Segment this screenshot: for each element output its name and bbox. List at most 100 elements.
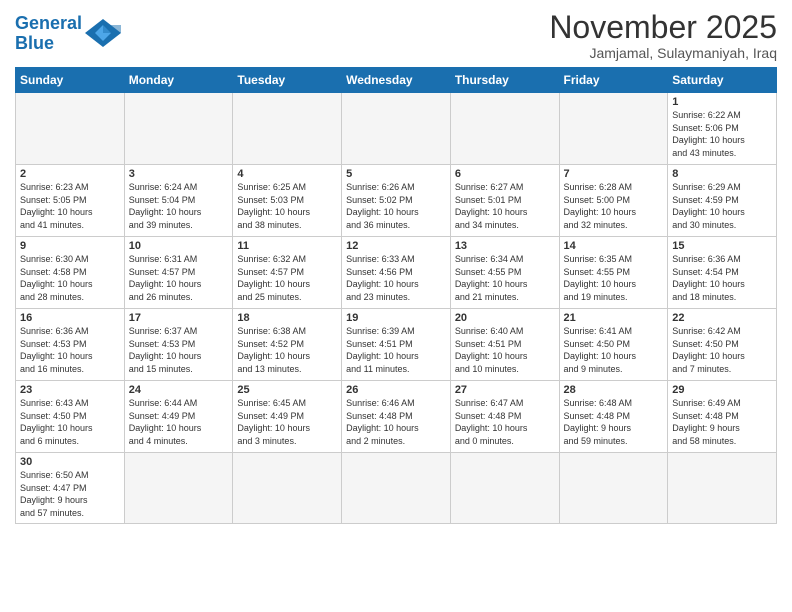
day-info: Sunrise: 6:42 AM Sunset: 4:50 PM Dayligh…	[672, 325, 772, 375]
calendar-cell	[233, 453, 342, 523]
day-info: Sunrise: 6:45 AM Sunset: 4:49 PM Dayligh…	[237, 397, 337, 447]
calendar-cell: 4Sunrise: 6:25 AM Sunset: 5:03 PM Daylig…	[233, 165, 342, 237]
calendar-cell	[233, 93, 342, 165]
day-info: Sunrise: 6:44 AM Sunset: 4:49 PM Dayligh…	[129, 397, 229, 447]
calendar-header-monday: Monday	[124, 68, 233, 93]
calendar-header-saturday: Saturday	[668, 68, 777, 93]
day-number: 27	[455, 384, 555, 396]
calendar-cell: 3Sunrise: 6:24 AM Sunset: 5:04 PM Daylig…	[124, 165, 233, 237]
calendar-cell: 12Sunrise: 6:33 AM Sunset: 4:56 PM Dayli…	[342, 237, 451, 309]
day-number: 5	[346, 168, 446, 180]
calendar-header-wednesday: Wednesday	[342, 68, 451, 93]
day-number: 6	[455, 168, 555, 180]
calendar-week-2: 2Sunrise: 6:23 AM Sunset: 5:05 PM Daylig…	[16, 165, 777, 237]
day-info: Sunrise: 6:39 AM Sunset: 4:51 PM Dayligh…	[346, 325, 446, 375]
calendar-cell: 26Sunrise: 6:46 AM Sunset: 4:48 PM Dayli…	[342, 381, 451, 453]
month-title: November 2025	[549, 10, 777, 45]
day-info: Sunrise: 6:25 AM Sunset: 5:03 PM Dayligh…	[237, 181, 337, 231]
day-number: 14	[564, 240, 664, 252]
calendar-cell	[450, 93, 559, 165]
calendar-cell: 27Sunrise: 6:47 AM Sunset: 4:48 PM Dayli…	[450, 381, 559, 453]
calendar-cell: 16Sunrise: 6:36 AM Sunset: 4:53 PM Dayli…	[16, 309, 125, 381]
calendar-cell	[342, 453, 451, 523]
day-info: Sunrise: 6:36 AM Sunset: 4:54 PM Dayligh…	[672, 253, 772, 303]
calendar-header-sunday: Sunday	[16, 68, 125, 93]
day-number: 12	[346, 240, 446, 252]
day-info: Sunrise: 6:30 AM Sunset: 4:58 PM Dayligh…	[20, 253, 120, 303]
day-info: Sunrise: 6:35 AM Sunset: 4:55 PM Dayligh…	[564, 253, 664, 303]
calendar-cell: 28Sunrise: 6:48 AM Sunset: 4:48 PM Dayli…	[559, 381, 668, 453]
day-info: Sunrise: 6:48 AM Sunset: 4:48 PM Dayligh…	[564, 397, 664, 447]
calendar-cell: 6Sunrise: 6:27 AM Sunset: 5:01 PM Daylig…	[450, 165, 559, 237]
calendar-cell: 2Sunrise: 6:23 AM Sunset: 5:05 PM Daylig…	[16, 165, 125, 237]
day-info: Sunrise: 6:34 AM Sunset: 4:55 PM Dayligh…	[455, 253, 555, 303]
calendar-cell: 9Sunrise: 6:30 AM Sunset: 4:58 PM Daylig…	[16, 237, 125, 309]
calendar-cell: 21Sunrise: 6:41 AM Sunset: 4:50 PM Dayli…	[559, 309, 668, 381]
day-info: Sunrise: 6:22 AM Sunset: 5:06 PM Dayligh…	[672, 109, 772, 159]
day-info: Sunrise: 6:28 AM Sunset: 5:00 PM Dayligh…	[564, 181, 664, 231]
calendar-cell: 17Sunrise: 6:37 AM Sunset: 4:53 PM Dayli…	[124, 309, 233, 381]
title-block: November 2025 Jamjamal, Sulaymaniyah, Ir…	[549, 10, 777, 61]
day-info: Sunrise: 6:49 AM Sunset: 4:48 PM Dayligh…	[672, 397, 772, 447]
calendar-cell: 7Sunrise: 6:28 AM Sunset: 5:00 PM Daylig…	[559, 165, 668, 237]
logo-general: General	[15, 13, 82, 33]
logo-icon	[85, 19, 121, 47]
calendar-cell: 18Sunrise: 6:38 AM Sunset: 4:52 PM Dayli…	[233, 309, 342, 381]
day-number: 8	[672, 168, 772, 180]
day-info: Sunrise: 6:40 AM Sunset: 4:51 PM Dayligh…	[455, 325, 555, 375]
day-number: 1	[672, 96, 772, 108]
day-number: 11	[237, 240, 337, 252]
day-number: 17	[129, 312, 229, 324]
day-number: 30	[20, 456, 120, 468]
calendar-cell: 14Sunrise: 6:35 AM Sunset: 4:55 PM Dayli…	[559, 237, 668, 309]
day-info: Sunrise: 6:38 AM Sunset: 4:52 PM Dayligh…	[237, 325, 337, 375]
calendar-cell: 5Sunrise: 6:26 AM Sunset: 5:02 PM Daylig…	[342, 165, 451, 237]
calendar-cell	[16, 93, 125, 165]
day-number: 10	[129, 240, 229, 252]
day-number: 28	[564, 384, 664, 396]
day-info: Sunrise: 6:32 AM Sunset: 4:57 PM Dayligh…	[237, 253, 337, 303]
calendar: SundayMondayTuesdayWednesdayThursdayFrid…	[15, 67, 777, 523]
day-info: Sunrise: 6:33 AM Sunset: 4:56 PM Dayligh…	[346, 253, 446, 303]
day-number: 2	[20, 168, 120, 180]
calendar-cell	[559, 93, 668, 165]
logo-text: General Blue	[15, 14, 82, 54]
calendar-cell: 15Sunrise: 6:36 AM Sunset: 4:54 PM Dayli…	[668, 237, 777, 309]
day-info: Sunrise: 6:47 AM Sunset: 4:48 PM Dayligh…	[455, 397, 555, 447]
calendar-cell: 1Sunrise: 6:22 AM Sunset: 5:06 PM Daylig…	[668, 93, 777, 165]
calendar-cell: 24Sunrise: 6:44 AM Sunset: 4:49 PM Dayli…	[124, 381, 233, 453]
calendar-cell: 10Sunrise: 6:31 AM Sunset: 4:57 PM Dayli…	[124, 237, 233, 309]
logo: General Blue	[15, 14, 121, 54]
calendar-week-4: 16Sunrise: 6:36 AM Sunset: 4:53 PM Dayli…	[16, 309, 777, 381]
day-number: 7	[564, 168, 664, 180]
day-number: 26	[346, 384, 446, 396]
calendar-week-6: 30Sunrise: 6:50 AM Sunset: 4:47 PM Dayli…	[16, 453, 777, 523]
day-number: 23	[20, 384, 120, 396]
logo-blue: Blue	[15, 33, 54, 53]
day-number: 13	[455, 240, 555, 252]
calendar-week-1: 1Sunrise: 6:22 AM Sunset: 5:06 PM Daylig…	[16, 93, 777, 165]
day-number: 20	[455, 312, 555, 324]
day-number: 19	[346, 312, 446, 324]
day-info: Sunrise: 6:23 AM Sunset: 5:05 PM Dayligh…	[20, 181, 120, 231]
day-info: Sunrise: 6:27 AM Sunset: 5:01 PM Dayligh…	[455, 181, 555, 231]
header: General Blue November 2025 Jamjamal, Sul…	[15, 10, 777, 61]
calendar-cell: 11Sunrise: 6:32 AM Sunset: 4:57 PM Dayli…	[233, 237, 342, 309]
day-info: Sunrise: 6:36 AM Sunset: 4:53 PM Dayligh…	[20, 325, 120, 375]
calendar-cell: 25Sunrise: 6:45 AM Sunset: 4:49 PM Dayli…	[233, 381, 342, 453]
page: General Blue November 2025 Jamjamal, Sul…	[0, 0, 792, 612]
day-number: 4	[237, 168, 337, 180]
calendar-cell: 22Sunrise: 6:42 AM Sunset: 4:50 PM Dayli…	[668, 309, 777, 381]
day-number: 21	[564, 312, 664, 324]
calendar-cell: 30Sunrise: 6:50 AM Sunset: 4:47 PM Dayli…	[16, 453, 125, 523]
calendar-cell	[124, 93, 233, 165]
day-number: 9	[20, 240, 120, 252]
calendar-week-5: 23Sunrise: 6:43 AM Sunset: 4:50 PM Dayli…	[16, 381, 777, 453]
calendar-cell: 19Sunrise: 6:39 AM Sunset: 4:51 PM Dayli…	[342, 309, 451, 381]
calendar-cell: 29Sunrise: 6:49 AM Sunset: 4:48 PM Dayli…	[668, 381, 777, 453]
calendar-cell: 23Sunrise: 6:43 AM Sunset: 4:50 PM Dayli…	[16, 381, 125, 453]
calendar-cell	[450, 453, 559, 523]
calendar-cell	[559, 453, 668, 523]
calendar-cell: 13Sunrise: 6:34 AM Sunset: 4:55 PM Dayli…	[450, 237, 559, 309]
calendar-cell	[668, 453, 777, 523]
